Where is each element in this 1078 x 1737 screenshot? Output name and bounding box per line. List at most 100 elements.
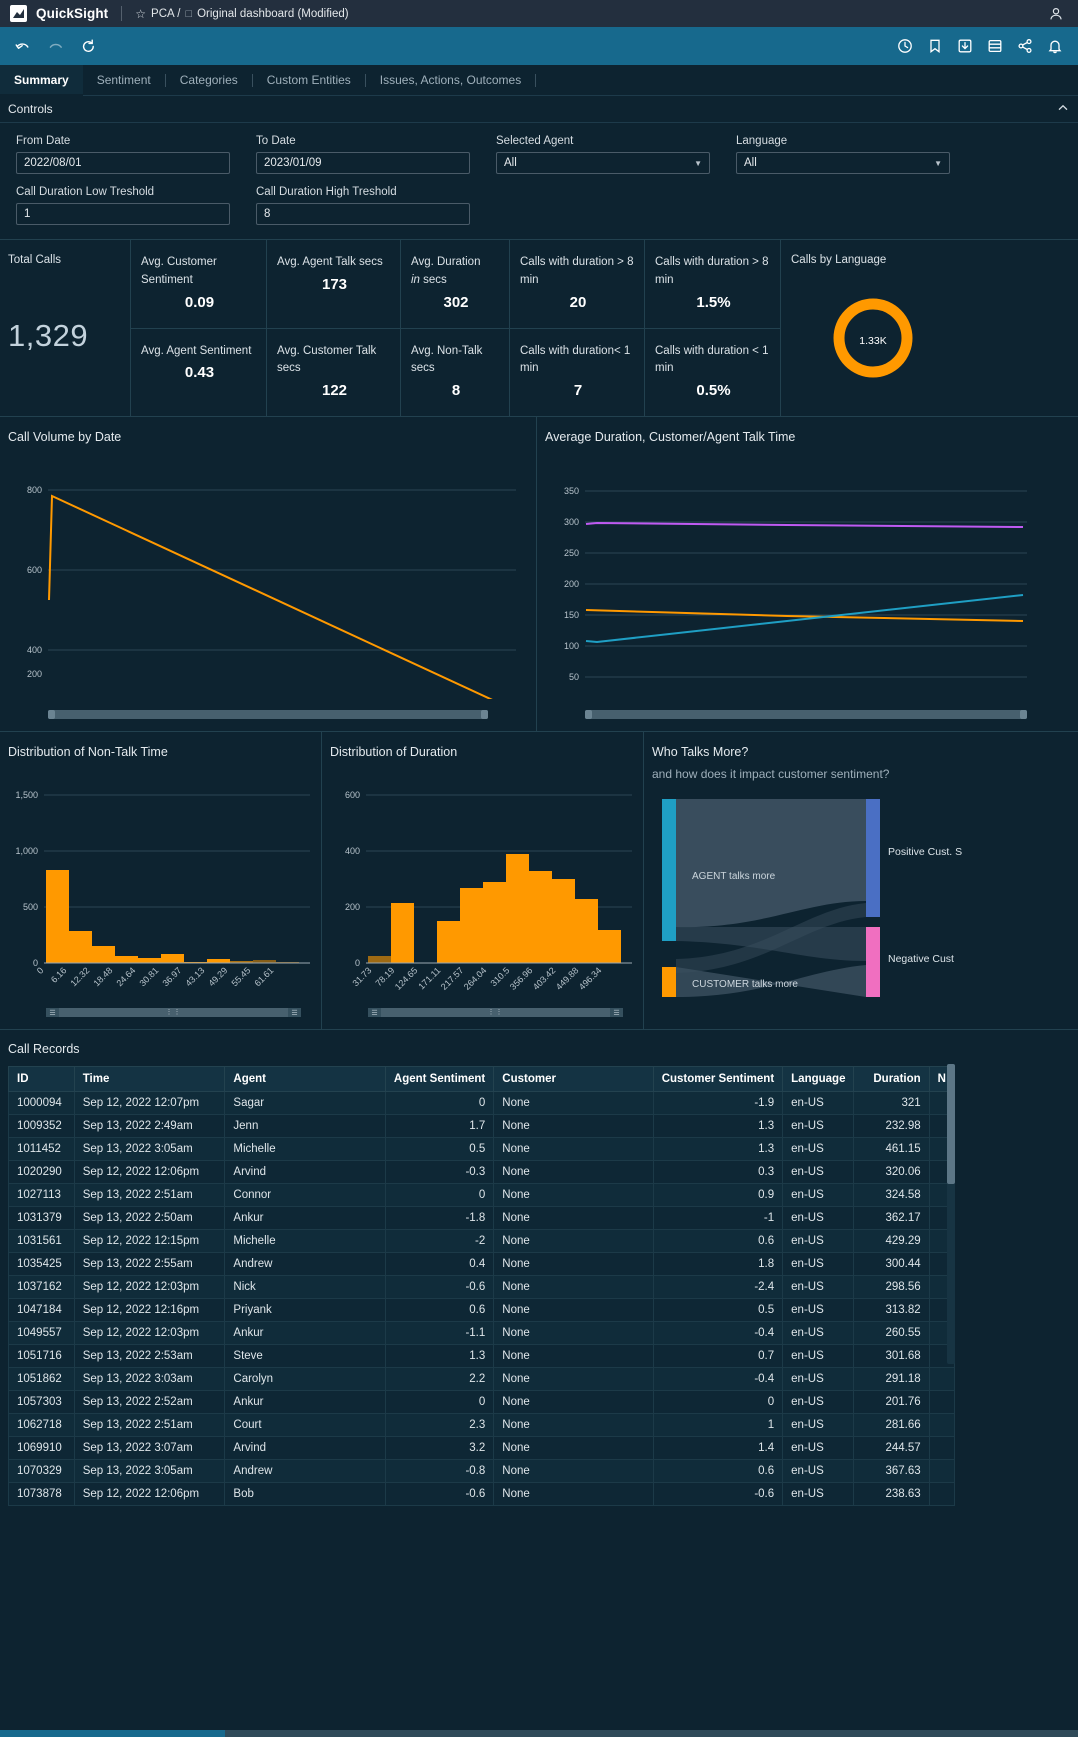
bookmark-outline-icon[interactable]: □ (185, 8, 192, 20)
table-cell-agent-sentiment: -0.8 (384, 1459, 495, 1483)
dashboard-tabs: Summary Sentiment Categories Custom Enti… (0, 65, 1078, 96)
table-row[interactable]: 1009352 Sep 13, 2022 2:49am Jenn 1.7 None 1.3… (8, 1114, 956, 1138)
table-row[interactable]: 1020290 Sep 12, 2022 12:06pm Arvind -0.3 Non… (8, 1160, 956, 1184)
table-row[interactable]: 1011452 Sep 13, 2022 3:05am Michelle 0.5 Non… (8, 1137, 956, 1161)
selected-agent-dropdown[interactable]: All ▼ (496, 152, 710, 174)
export-icon[interactable] (957, 38, 974, 55)
table-row[interactable]: 1069910 Sep 13, 2022 3:07am Arvind 3.2 None 1… (8, 1436, 956, 1460)
duration-low-input[interactable]: 1 (16, 203, 230, 225)
column-header-customer-sentiment[interactable]: Customer Sentiment (652, 1066, 784, 1092)
table-row[interactable]: 1027113 Sep 13, 2022 2:51am Connor 0 None 0.9… (8, 1183, 956, 1207)
tab-summary[interactable]: Summary (0, 65, 83, 96)
table-row[interactable]: 1073878 Sep 12, 2022 12:06pm Bob -0.6 None -0… (8, 1482, 956, 1506)
table-row[interactable]: 1057303 Sep 13, 2022 2:52am Ankur 0 None 0 en-… (8, 1390, 956, 1414)
kpi-avg-customer-talk: Avg. Customer Talk secs 122 (267, 327, 400, 417)
favorite-star-icon[interactable]: ☆ (135, 7, 146, 21)
table-cell-customer-sentiment: -1.9 (652, 1091, 784, 1115)
column-header-time[interactable]: Time (73, 1066, 226, 1092)
tab-sentiment[interactable]: Sentiment (83, 65, 165, 95)
scroll-grip-right[interactable] (1020, 710, 1027, 719)
alerts-icon[interactable] (1047, 38, 1064, 55)
to-date-input[interactable]: 2023/01/09 (256, 152, 470, 174)
table-row[interactable]: 1062718 Sep 13, 2022 2:51am Court 2.3 None 1 e… (8, 1413, 956, 1437)
undo-icon[interactable] (14, 38, 31, 55)
tab-issues-actions-outcomes[interactable]: Issues, Actions, Outcomes (366, 65, 535, 95)
table-cell-agent: Ankur (224, 1206, 386, 1230)
table-row[interactable]: 1031379 Sep 13, 2022 2:50am Ankur -1.8 None -… (8, 1206, 956, 1230)
table-cell-language: en-US (782, 1160, 855, 1184)
page-horizontal-scrollbar[interactable] (0, 1730, 1078, 1737)
table-row[interactable]: 1070329 Sep 13, 2022 3:05am Andrew -0.8 None… (8, 1459, 956, 1483)
kpi-label: Calls with duration > 8 min (655, 256, 769, 286)
call-volume-hscrollbar[interactable] (48, 710, 488, 719)
sankey-chart[interactable]: AGENT talks more CUSTOMER talks more Pos… (644, 789, 1078, 1004)
svg-text:150: 150 (564, 610, 579, 620)
column-header-duration[interactable]: Duration (853, 1066, 930, 1092)
column-header-id[interactable]: ID (8, 1066, 75, 1092)
duration-histogram[interactable]: 600 400 200 0 31.73 78.19 124.65 171.11 … (322, 759, 644, 1009)
svg-text:31.73: 31.73 (350, 965, 373, 988)
table-row[interactable]: 1031561 Sep 12, 2022 12:15pm Michelle -2 Non… (8, 1229, 956, 1253)
svg-text:18.48: 18.48 (91, 965, 114, 988)
table-row[interactable]: 1051716 Sep 13, 2022 2:53am Steve 1.3 None 0.… (8, 1344, 956, 1368)
history-icon[interactable] (897, 38, 914, 55)
table-cell-agent: Bob (224, 1482, 386, 1506)
table-cell-customer: None (493, 1160, 654, 1184)
scroll-right-button[interactable]: ☰ (288, 1008, 301, 1017)
call-volume-chart[interactable]: 800 600 400 . 0 . Sep 12, 2022 Oct 1, 20… (0, 444, 536, 731)
column-header-agent[interactable]: Agent (224, 1066, 386, 1092)
breadcrumb-folder[interactable]: PCA / (151, 8, 180, 20)
duration-hscrollbar[interactable]: ☰ ⋮⋮ ☰ (368, 1008, 623, 1017)
table-row[interactable]: 1049557 Sep 12, 2022 12:03pm Ankur -1.1 None… (8, 1321, 956, 1345)
column-header-language[interactable]: Language (782, 1066, 855, 1092)
control-language: Language All ▼ (736, 135, 950, 174)
redo-icon[interactable] (47, 38, 64, 55)
column-header-agent-sentiment[interactable]: Agent Sentiment (384, 1066, 495, 1092)
controls-header[interactable]: Controls (0, 96, 1078, 123)
breadcrumb-dashboard[interactable]: Original dashboard (Modified) (197, 8, 349, 20)
tab-categories[interactable]: Categories (166, 65, 252, 95)
scroll-thumb[interactable]: ⋮⋮ (488, 1008, 504, 1016)
scroll-grip-left[interactable] (585, 710, 592, 719)
language-dropdown[interactable]: All ▼ (736, 152, 950, 174)
reset-icon[interactable] (80, 38, 97, 55)
avg-duration-chart[interactable]: 350 300 250 200 150 100 50 0 Sep 12, 202… (537, 444, 1078, 731)
table-cell-agent-sentiment: 1.3 (384, 1344, 495, 1368)
avg-duration-hscrollbar[interactable] (585, 710, 1027, 719)
non-talk-histogram[interactable]: 1,500 1,000 500 0 0 6.16 12.32 18.48 24.… (0, 759, 321, 1009)
user-profile-icon[interactable] (1048, 6, 1064, 22)
non-talk-hscrollbar[interactable]: ☰ ⋮⋮ ☰ (46, 1008, 301, 1017)
table-cell-time: Sep 13, 2022 2:50am (73, 1206, 226, 1230)
scroll-thumb[interactable]: ⋮⋮ (166, 1008, 182, 1016)
scroll-left-button[interactable]: ☰ (46, 1008, 59, 1017)
chevron-up-icon[interactable] (1056, 101, 1070, 118)
table-cell-id: 1057303 (8, 1390, 75, 1414)
share-icon[interactable] (1017, 38, 1034, 55)
scroll-left-button[interactable]: ☰ (368, 1008, 381, 1017)
table-cell-duration: 238.63 (853, 1482, 930, 1506)
table-row[interactable]: 1000094 Sep 12, 2022 12:07pm Sagar 0 None -1.… (8, 1091, 956, 1115)
scroll-thumb[interactable] (947, 1064, 955, 1184)
table-cell-n (928, 1390, 956, 1414)
table-row[interactable]: 1035425 Sep 13, 2022 2:55am Andrew 0.4 None 1… (8, 1252, 956, 1276)
bookmark-icon[interactable] (927, 38, 944, 55)
scroll-grip-left[interactable] (48, 710, 55, 719)
duration-high-input[interactable]: 8 (256, 203, 470, 225)
scroll-thumb[interactable] (0, 1730, 225, 1737)
kpi-value: 7 (573, 382, 583, 400)
scroll-right-button[interactable]: ☰ (610, 1008, 623, 1017)
svg-text:171.11: 171.11 (416, 965, 442, 991)
scroll-grip-right[interactable] (481, 710, 488, 719)
toolbar-right-group (897, 38, 1064, 55)
table-vertical-scrollbar[interactable] (947, 1064, 955, 1364)
table-row[interactable]: 1037162 Sep 12, 2022 12:03pm Nick -0.6 None -… (8, 1275, 956, 1299)
table-row[interactable]: 1047184 Sep 12, 2022 12:16pm Priyank 0.6 Non… (8, 1298, 956, 1322)
table-cell-customer: None (493, 1436, 654, 1460)
data-icon[interactable] (987, 38, 1004, 55)
table-cell-duration: 324.58 (853, 1183, 930, 1207)
from-date-input[interactable]: 2022/08/01 (16, 152, 230, 174)
column-header-customer[interactable]: Customer (493, 1066, 654, 1092)
tab-custom-entities[interactable]: Custom Entities (253, 65, 365, 95)
table-row[interactable]: 1051862 Sep 13, 2022 3:03am Carolyn 2.2 None… (8, 1367, 956, 1391)
donut-chart[interactable]: 1.33K (829, 294, 917, 387)
